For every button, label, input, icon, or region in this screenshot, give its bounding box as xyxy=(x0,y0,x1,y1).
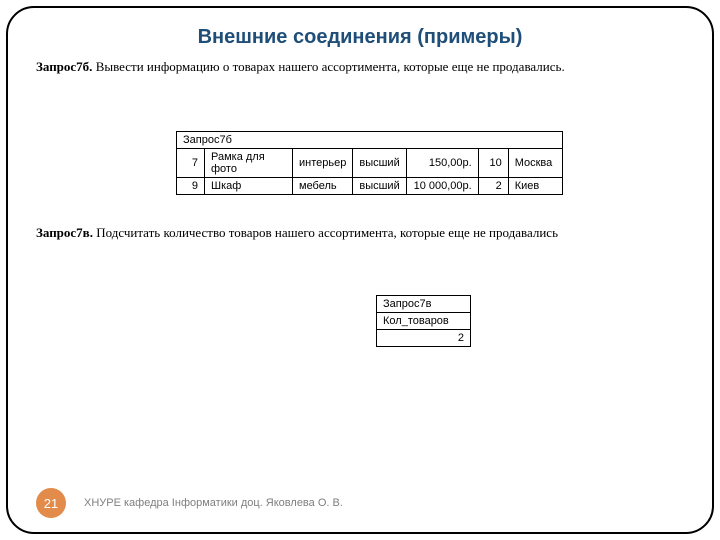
cell-price: 150,00р. xyxy=(406,149,478,178)
paragraph-2: Запрос7в. Подсчитать количество товаров … xyxy=(36,225,684,241)
table2-wrap: Запрос7в Кол_товаров 2 xyxy=(376,295,684,347)
cell-grade: высший xyxy=(353,149,406,178)
cell-name: Рамка для фото xyxy=(205,149,293,178)
p2-bold: Запрос7в. xyxy=(36,225,96,240)
table2: Запрос7в Кол_товаров 2 xyxy=(376,295,471,347)
slide-frame: Внешние соединения (примеры) Запрос7б. В… xyxy=(6,6,714,534)
cell-qty: 10 xyxy=(478,149,508,178)
table1-caption: Запрос7б xyxy=(177,132,563,149)
paragraph-1: Запрос7б. Вывести информацию о товарах н… xyxy=(36,59,684,75)
p1-text: Вывести информацию о товарах нашего ассо… xyxy=(92,59,564,74)
table2-caption: Запрос7в xyxy=(377,296,471,313)
cell-name: Шкаф xyxy=(205,178,293,195)
table-row: Кол_товаров xyxy=(377,313,471,330)
footer-text: ХНУРЕ кафедра Інформатики доц. Яковлева … xyxy=(84,497,343,509)
table1-wrap: Запрос7б 7 Рамка для фото интерьер высши… xyxy=(176,131,684,195)
p1-bold: Запрос7б. xyxy=(36,59,92,74)
cell-id: 7 xyxy=(177,149,205,178)
table-row: Запрос7в xyxy=(377,296,471,313)
cell-city: Киев xyxy=(508,178,562,195)
table-row: 7 Рамка для фото интерьер высший 150,00р… xyxy=(177,149,563,178)
table-row: Запрос7б xyxy=(177,132,563,149)
cell-qty: 2 xyxy=(478,178,508,195)
slide-title: Внешние соединения (примеры) xyxy=(36,26,684,49)
slide-number: 21 xyxy=(36,488,66,518)
cell-id: 9 xyxy=(177,178,205,195)
cell-city: Москва xyxy=(508,149,562,178)
p2-text: Подсчитать количество товаров нашего асс… xyxy=(96,225,558,240)
table2-header: Кол_товаров xyxy=(377,313,471,330)
cell-price: 10 000,00р. xyxy=(406,178,478,195)
footer: 21 ХНУРЕ кафедра Інформатики доц. Яковле… xyxy=(36,488,684,518)
cell-cat: интерьер xyxy=(293,149,353,178)
table1: Запрос7б 7 Рамка для фото интерьер высши… xyxy=(176,131,563,195)
table2-value: 2 xyxy=(377,330,471,347)
cell-cat: мебель xyxy=(293,178,353,195)
table-row: 2 xyxy=(377,330,471,347)
table-row: 9 Шкаф мебель высший 10 000,00р. 2 Киев xyxy=(177,178,563,195)
cell-grade: высший xyxy=(353,178,406,195)
